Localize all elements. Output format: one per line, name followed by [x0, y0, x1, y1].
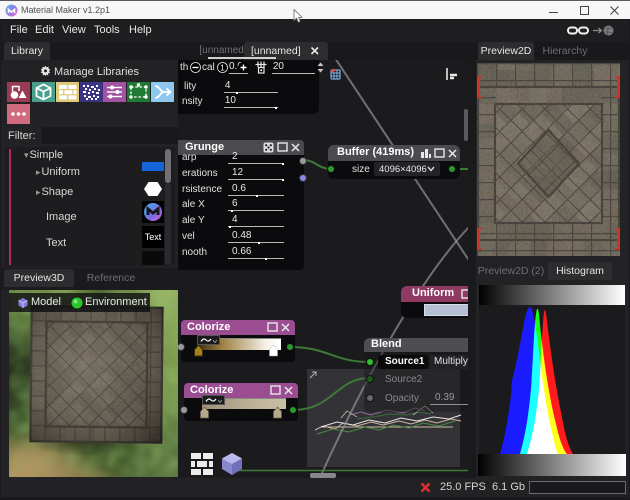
svg-text:1: 1: [220, 64, 225, 73]
